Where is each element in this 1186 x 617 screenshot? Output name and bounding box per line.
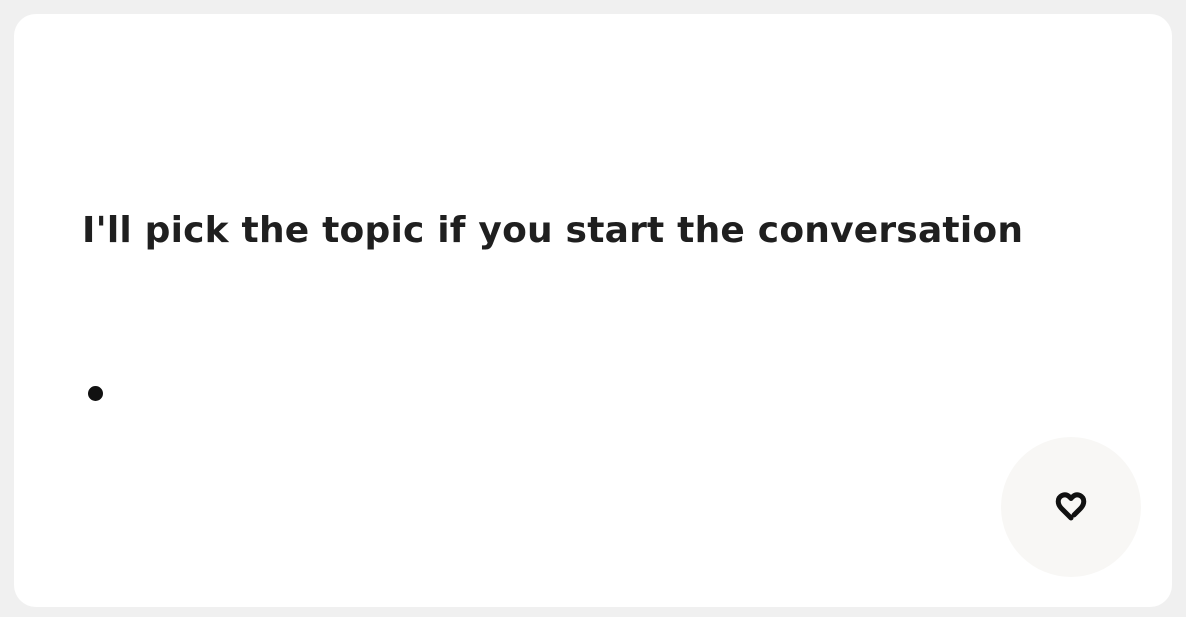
- prompt-text: I'll pick the topic if you start the con…: [82, 210, 1024, 251]
- prompt-card: I'll pick the topic if you start the con…: [14, 14, 1172, 607]
- like-button[interactable]: [1001, 437, 1141, 577]
- bullet-dot: [88, 386, 103, 401]
- heart-outline-icon: [1048, 484, 1094, 530]
